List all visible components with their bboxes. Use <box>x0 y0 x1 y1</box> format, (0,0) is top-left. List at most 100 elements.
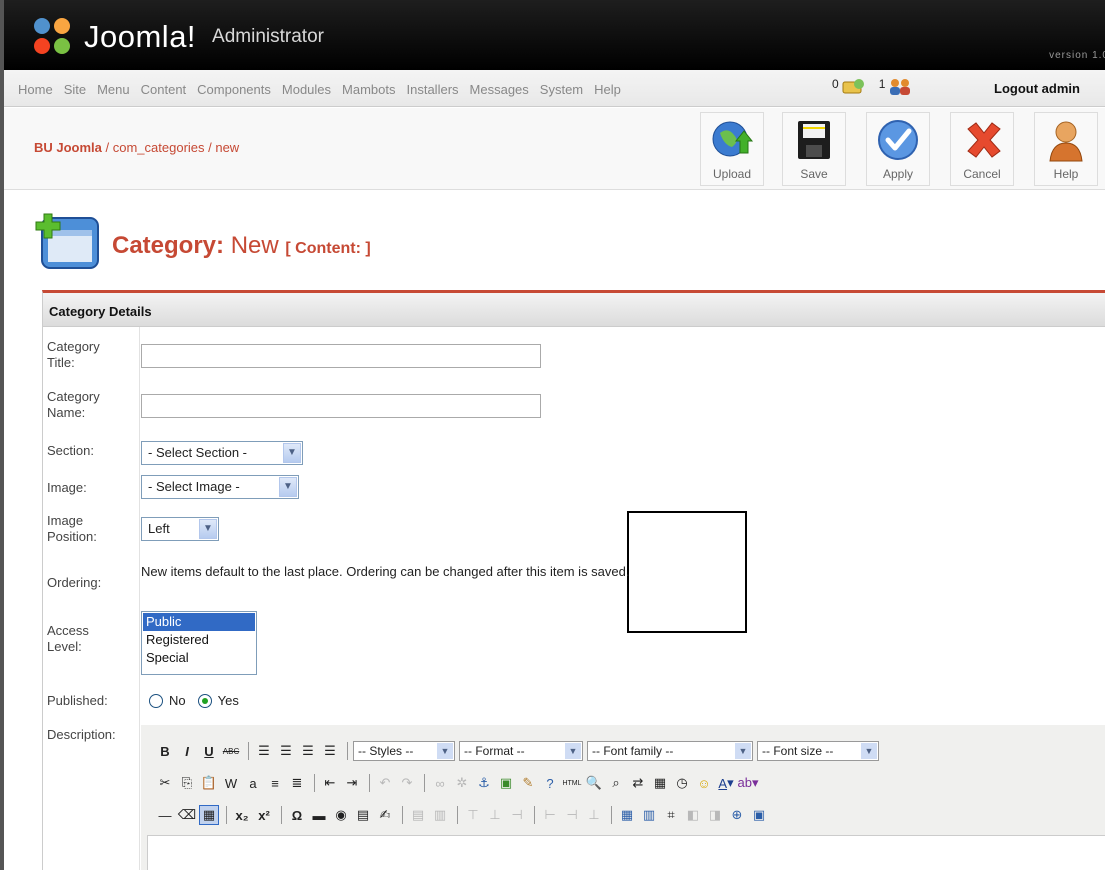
delete-col-icon[interactable]: ⊥ <box>584 805 604 825</box>
fullscreen-icon[interactable]: ▣ <box>749 805 769 825</box>
image-select[interactable]: - Select Image - ▼ <box>141 475 299 499</box>
table-props-icon[interactable]: ▥ <box>430 805 450 825</box>
flash-icon[interactable]: ◉ <box>331 805 351 825</box>
row-before-icon[interactable]: ⊤ <box>463 805 483 825</box>
paste-word-icon[interactable]: W <box>221 773 241 793</box>
access-level-list[interactable]: Public Registered Special <box>141 611 257 675</box>
table-icon[interactable]: ▤ <box>408 805 428 825</box>
indent-icon[interactable]: ⇥ <box>342 773 362 793</box>
menu-item-content[interactable]: Content <box>141 82 187 97</box>
page-title: Category: New [ Content: ] <box>112 232 371 259</box>
format-select[interactable]: -- Format -- ▼ <box>459 741 583 761</box>
upload-button[interactable]: Upload <box>700 112 764 186</box>
underline-icon[interactable]: U <box>199 741 219 761</box>
category-name-input[interactable] <box>141 394 541 418</box>
help-button[interactable]: Help <box>1034 112 1098 186</box>
menu-item-messages[interactable]: Messages <box>470 82 529 97</box>
align-center-icon[interactable]: ☰ <box>276 741 296 761</box>
help-icon[interactable]: ? <box>540 773 560 793</box>
section-select[interactable]: - Select Section - ▼ <box>141 441 303 465</box>
merge-cells-icon[interactable]: ▦ <box>617 805 637 825</box>
font-family-select[interactable]: -- Font family -- ▼ <box>587 741 753 761</box>
copy-icon[interactable]: ⎘ <box>177 773 197 793</box>
split-cells-icon[interactable]: ▥ <box>639 805 659 825</box>
cleanup-icon[interactable]: ✎ <box>518 773 538 793</box>
bullet-list-icon[interactable]: ≡ <box>265 773 285 793</box>
styles-select[interactable]: -- Styles -- ▼ <box>353 741 455 761</box>
published-no-radio[interactable] <box>149 693 163 708</box>
apply-button[interactable]: Apply <box>866 112 930 186</box>
menu-item-home[interactable]: Home <box>18 82 53 97</box>
insert-date-icon[interactable]: ▦ <box>650 773 670 793</box>
breadcrumb-site[interactable]: BU Joomla <box>34 140 102 155</box>
horizontal-rule-icon[interactable]: — <box>155 805 175 825</box>
logout-link[interactable]: Logout admin <box>994 81 1080 96</box>
insert-image-icon[interactable]: ▣ <box>496 773 516 793</box>
align-left-icon[interactable]: ☰ <box>254 741 274 761</box>
help-label: Help <box>1053 167 1079 181</box>
category-name-label: Category Name: <box>47 389 100 420</box>
menu-item-site[interactable]: Site <box>64 82 86 97</box>
undo-icon[interactable]: ↶ <box>375 773 395 793</box>
published-yes-radio[interactable] <box>197 693 212 708</box>
bold-icon[interactable]: B <box>155 741 175 761</box>
menu-item-components[interactable]: Components <box>197 82 271 97</box>
image-position-select[interactable]: Left ▼ <box>141 517 219 541</box>
anchor-icon[interactable]: ⚓ <box>474 773 494 793</box>
category-title-input[interactable] <box>141 344 541 368</box>
col-before-icon[interactable]: ⊢ <box>540 805 560 825</box>
link-icon[interactable]: ∞ <box>430 773 450 793</box>
redo-icon[interactable]: ↷ <box>397 773 417 793</box>
table-visual-aid-icon[interactable]: ▦ <box>199 805 219 825</box>
layer-icon[interactable]: ⌗ <box>661 805 681 825</box>
users-online-icon[interactable] <box>887 78 913 96</box>
messages-icon[interactable] <box>841 78 865 96</box>
remove-format-icon[interactable]: ⌫ <box>177 805 197 825</box>
access-option-special[interactable]: Special <box>143 649 255 667</box>
paste-icon[interactable]: 📋 <box>199 773 219 793</box>
text-color-icon[interactable]: A ▾ <box>716 773 736 793</box>
cut-icon[interactable]: ✂ <box>155 773 175 793</box>
emoticon-icon[interactable]: ☺ <box>694 773 714 793</box>
preview-icon[interactable]: 🔍 <box>584 773 604 793</box>
insert-hr-icon[interactable]: ▬ <box>309 805 329 825</box>
numbered-list-icon[interactable]: ≣ <box>287 773 307 793</box>
menu-item-system[interactable]: System <box>540 82 583 97</box>
insert-time-icon[interactable]: ◷ <box>672 773 692 793</box>
cancel-button[interactable]: Cancel <box>950 112 1014 186</box>
access-option-registered[interactable]: Registered <box>143 631 255 649</box>
menu-item-installers[interactable]: Installers <box>407 82 459 97</box>
select-all-icon[interactable]: a <box>243 773 263 793</box>
media-icon[interactable]: ▤ <box>353 805 373 825</box>
menu-item-help[interactable]: Help <box>594 82 621 97</box>
move-forward-icon[interactable]: ◨ <box>705 805 725 825</box>
highlight-color-icon[interactable]: ab▾ <box>738 773 759 793</box>
menu-item-menu[interactable]: Menu <box>97 82 130 97</box>
html-source-icon[interactable]: HTML <box>562 773 582 793</box>
chevron-down-icon: ▼ <box>735 743 751 759</box>
search-icon[interactable]: ⌕ <box>606 773 626 793</box>
access-option-public[interactable]: Public <box>143 613 255 631</box>
subscript-icon[interactable]: x₂ <box>232 805 252 825</box>
unlink-icon[interactable]: ✲ <box>452 773 472 793</box>
menu-item-mambots[interactable]: Mambots <box>342 82 395 97</box>
outdent-icon[interactable]: ⇤ <box>320 773 340 793</box>
font-size-select[interactable]: -- Font size -- ▼ <box>757 741 879 761</box>
edit-icon[interactable]: ✍ <box>375 805 395 825</box>
replace-icon[interactable]: ⇄ <box>628 773 648 793</box>
col-after-icon[interactable]: ⊣ <box>562 805 582 825</box>
editor-content-area[interactable] <box>147 835 1105 870</box>
row-after-icon[interactable]: ⊥ <box>485 805 505 825</box>
save-button[interactable]: Save <box>782 112 846 186</box>
delete-row-icon[interactable]: ⊣ <box>507 805 527 825</box>
menu-item-modules[interactable]: Modules <box>282 82 331 97</box>
align-justify-icon[interactable]: ☰ <box>320 741 340 761</box>
category-details-panel: Category Details Category Title: Categor… <box>42 290 1105 870</box>
special-char-icon[interactable]: Ω <box>287 805 307 825</box>
italic-icon[interactable]: I <box>177 741 197 761</box>
absolute-icon[interactable]: ⊕ <box>727 805 747 825</box>
align-right-icon[interactable]: ☰ <box>298 741 318 761</box>
superscript-icon[interactable]: x² <box>254 805 274 825</box>
move-backward-icon[interactable]: ◧ <box>683 805 703 825</box>
strikethrough-icon[interactable]: ABC <box>221 741 241 761</box>
